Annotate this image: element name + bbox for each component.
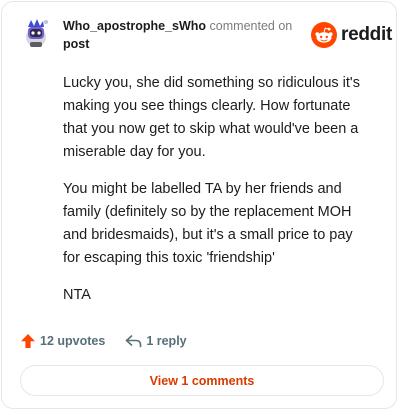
reply-button[interactable]: 1 reply — [125, 334, 187, 348]
upvote-button[interactable]: 12 upvotes — [20, 333, 105, 349]
avatar[interactable] — [22, 16, 50, 50]
reddit-snoo-icon — [311, 22, 337, 48]
reddit-logo[interactable]: reddit — [311, 22, 392, 48]
upvotes-count: 12 upvotes — [40, 334, 106, 348]
commented-on-text: commented on — [209, 19, 293, 33]
username-link[interactable]: Who_apostrophe_sWho — [63, 19, 206, 33]
comment-actions: 12 upvotes 1 reply — [20, 330, 187, 352]
comment-header: Who_apostrophe_sWho commented on post — [63, 17, 303, 53]
post-link[interactable]: post — [63, 35, 303, 53]
comment-body: Lucky you, she did something so ridiculo… — [63, 72, 363, 321]
comment-paragraph: Lucky you, she did something so ridiculo… — [63, 75, 360, 160]
comment-card: Who_apostrophe_sWho commented on post re… — [1, 1, 397, 409]
comment-paragraph: NTA — [63, 287, 91, 303]
reddit-wordmark: reddit — [341, 24, 392, 45]
view-comments-button[interactable]: View 1 comments — [20, 365, 384, 396]
upvote-arrow-icon — [21, 334, 35, 348]
avatar-icon — [26, 19, 48, 47]
comment-paragraph: You might be labelled TA by her friends … — [63, 181, 353, 266]
reply-arrow-icon — [126, 335, 142, 348]
reply-count: 1 reply — [146, 334, 187, 348]
